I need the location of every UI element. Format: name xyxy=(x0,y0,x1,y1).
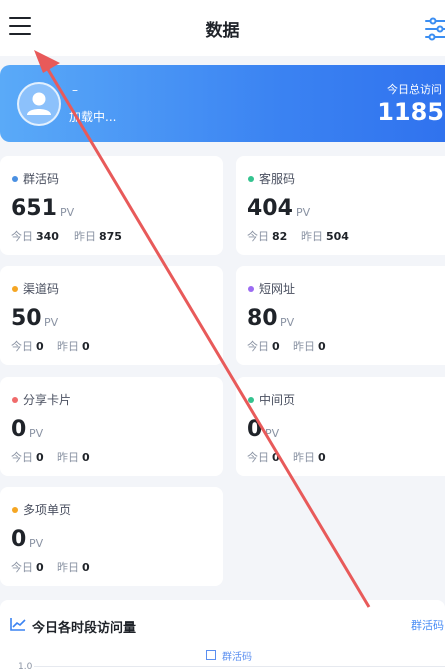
user-status: 加载中... xyxy=(69,110,117,124)
top-bar: 数据 xyxy=(0,0,445,56)
chart-filter-select[interactable]: 群活码 xyxy=(411,617,444,633)
today-stat: 今日 82 xyxy=(247,230,288,243)
card-unit: PV xyxy=(265,427,280,440)
card-unit: PV xyxy=(44,316,59,329)
yesterday-stat: 昨日 0 xyxy=(293,451,326,464)
card-total: 50 xyxy=(11,306,42,331)
card-total: 0 xyxy=(247,417,263,442)
line-chart-icon xyxy=(10,618,26,631)
y-axis-tick: 1.0 xyxy=(18,662,33,670)
filter-icon[interactable] xyxy=(424,14,445,44)
legend-marker[interactable] xyxy=(206,650,216,660)
card-name: 客服码 xyxy=(259,172,296,186)
legend-label[interactable]: 群活码 xyxy=(222,648,252,663)
stat-card-group-code[interactable]: 群活码 651 PV 今日 340 昨日 875 xyxy=(0,156,223,255)
stat-card-service-code[interactable]: 客服码 404 PV 今日 82 昨日 504 xyxy=(236,156,445,255)
visit-value: 1185 xyxy=(377,98,444,126)
stat-card-share-card[interactable]: 分享卡片 0 PV 今日 0 昨日 0 xyxy=(0,377,223,476)
card-name: 短网址 xyxy=(259,282,296,296)
stat-card-multi-page[interactable]: 多项单页 0 PV 今日 0 昨日 0 xyxy=(0,487,223,586)
user-banner: – 加载中... 今日总访问 1185 xyxy=(0,65,445,142)
yesterday-stat: 昨日 0 xyxy=(57,340,90,353)
user-name: – xyxy=(72,83,78,97)
stat-card-short-url[interactable]: 短网址 80 PV 今日 0 昨日 0 xyxy=(236,266,445,365)
card-unit: PV xyxy=(296,206,311,219)
stat-card-middle-page[interactable]: 中间页 0 PV 今日 0 昨日 0 xyxy=(236,377,445,476)
card-unit: PV xyxy=(29,427,44,440)
card-name: 群活码 xyxy=(23,172,60,186)
gridline xyxy=(34,666,445,667)
page-title: 数据 xyxy=(205,21,240,41)
today-stat: 今日 0 xyxy=(11,340,44,353)
today-stat: 今日 340 xyxy=(11,230,59,243)
card-name: 多项单页 xyxy=(23,503,72,517)
card-unit: PV xyxy=(280,316,295,329)
today-stat: 今日 0 xyxy=(247,340,280,353)
visit-label: 今日总访问 xyxy=(387,83,442,96)
avatar[interactable] xyxy=(17,82,61,126)
today-stat: 今日 0 xyxy=(247,451,280,464)
card-name: 中间页 xyxy=(259,393,296,407)
card-unit: PV xyxy=(60,206,75,219)
card-total: 0 xyxy=(11,417,27,442)
user-icon xyxy=(27,92,51,115)
today-stat: 今日 0 xyxy=(11,451,44,464)
card-total: 80 xyxy=(247,306,278,331)
status-dot xyxy=(248,397,254,403)
yesterday-stat: 昨日 875 xyxy=(74,230,122,243)
card-name: 分享卡片 xyxy=(23,393,72,407)
status-dot xyxy=(12,397,18,403)
card-name: 渠道码 xyxy=(23,282,60,296)
card-total: 0 xyxy=(11,527,27,552)
yesterday-stat: 昨日 0 xyxy=(57,451,90,464)
yesterday-stat: 昨日 0 xyxy=(293,340,326,353)
hourly-chart-card: 今日各时段访问量 群活码 群活码 xyxy=(0,600,445,670)
yesterday-stat: 昨日 0 xyxy=(57,561,90,574)
status-dot xyxy=(12,176,18,182)
stat-card-channel-code[interactable]: 渠道码 50 PV 今日 0 昨日 0 xyxy=(0,266,223,365)
yesterday-stat: 昨日 504 xyxy=(301,230,349,243)
status-dot xyxy=(12,507,18,513)
status-dot xyxy=(248,176,254,182)
status-dot xyxy=(12,286,18,292)
status-dot xyxy=(248,286,254,292)
card-unit: PV xyxy=(29,537,44,550)
chart-title: 今日各时段访问量 xyxy=(32,621,137,636)
card-total: 404 xyxy=(247,196,293,221)
card-total: 651 xyxy=(11,196,57,221)
today-stat: 今日 0 xyxy=(11,561,44,574)
